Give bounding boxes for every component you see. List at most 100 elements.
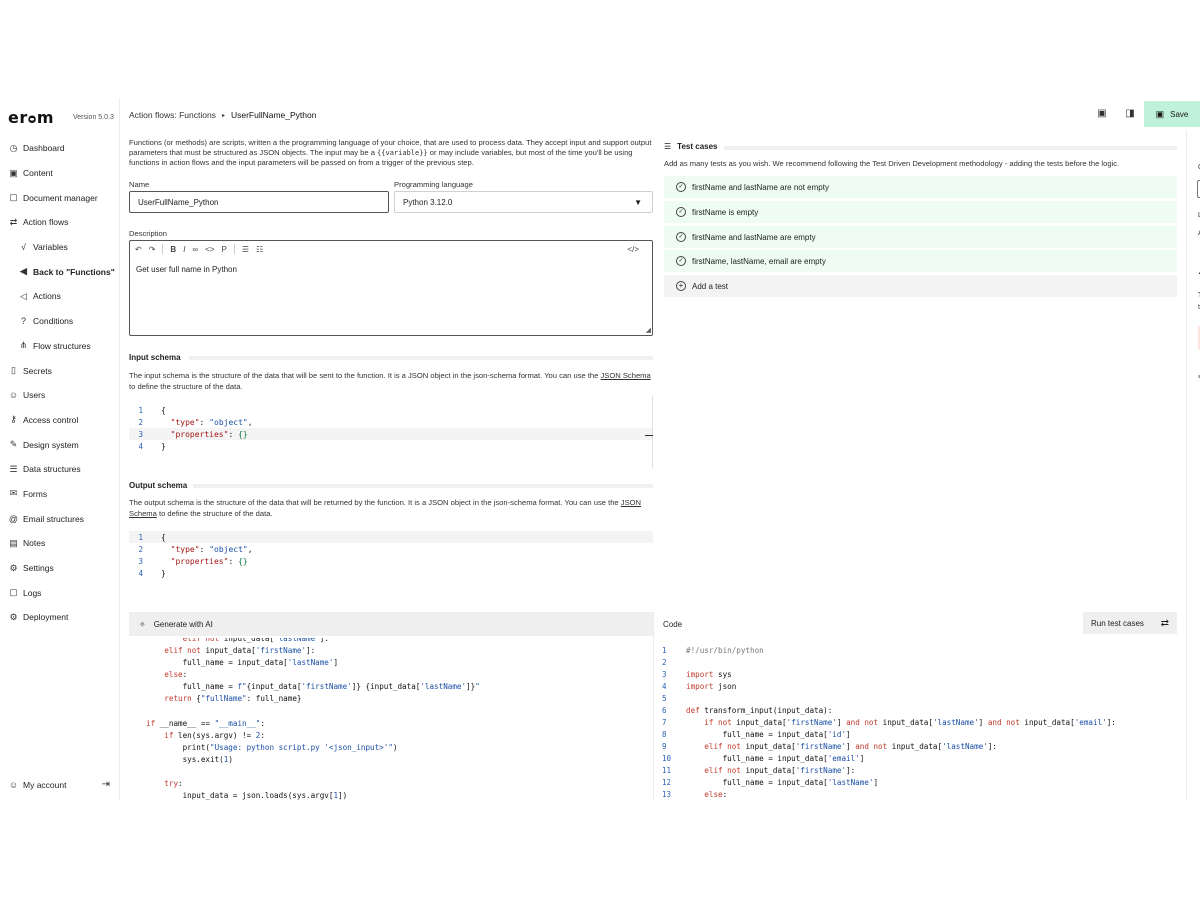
bold-icon[interactable]: B xyxy=(170,245,176,254)
redo-icon[interactable]: ↷ xyxy=(149,245,156,254)
variables-icon: √ xyxy=(21,242,26,253)
sidebar-toggle-icon[interactable]: ◨ xyxy=(1124,108,1136,120)
name-input[interactable]: UserFullName_Python xyxy=(129,191,389,213)
description-content[interactable]: Get user full name in Python xyxy=(130,257,652,282)
notes-icon: ▤ xyxy=(9,537,18,548)
logout-icon[interactable]: ⇥ xyxy=(102,779,110,790)
content-icon: ▣ xyxy=(9,167,18,178)
language-label: Programming language xyxy=(394,180,473,189)
description-editor[interactable]: ↶ ↷ B I ∞ <> P ☰ ☷ </> Get user full nam… xyxy=(129,240,653,336)
logo[interactable]: erᴑm xyxy=(8,108,54,127)
my-account-label: My account xyxy=(23,779,67,790)
bullet-list-icon[interactable]: ☰ xyxy=(242,245,249,254)
code-icon[interactable]: <> xyxy=(205,245,214,254)
sidebar-item-label: Access control xyxy=(23,414,79,425)
sidebar-item-data-structures[interactable]: ☰ Data structures xyxy=(0,457,120,482)
app: erᴑm Version 5.0.3 ◷ Dashboard ▣ Content ▢… xyxy=(0,98,1200,800)
generate-ai-header[interactable]: ✧ Generate with AI xyxy=(129,612,653,636)
deployment-icon: ⚙ xyxy=(9,611,18,622)
settings-icon: ⚙ xyxy=(9,562,18,573)
code-line: 1{ xyxy=(129,531,653,543)
sidebar-item-forms[interactable]: ✉ Forms xyxy=(0,482,120,507)
undo-icon[interactable]: ↶ xyxy=(135,245,142,254)
test-cases-header: ☰ Test cases xyxy=(664,142,718,151)
code-line: 8 full_name = input_data['id'] xyxy=(662,729,851,739)
code-line: 2 "type": "object", xyxy=(138,417,253,427)
desc-part: to define the structure of the data. xyxy=(156,509,273,518)
sidebar-item-label: Logs xyxy=(23,587,42,598)
link-icon[interactable]: ∞ xyxy=(192,245,198,254)
code-line: 1{ xyxy=(138,405,166,415)
test-case-label: firstName, lastName, email are empty xyxy=(692,256,826,266)
input-schema-editor[interactable]: 1{ 2 "type": "object", 3 "properties": {… xyxy=(129,396,653,468)
right-panel-edge: C L A ∠ T t ≡ xyxy=(1186,130,1200,800)
language-select[interactable]: Python 3.12.0 ▼ xyxy=(394,191,653,213)
sidebar-item-notes[interactable]: ▤ Notes xyxy=(0,531,120,556)
sidebar-item-document-manager[interactable]: ▢ Document manager xyxy=(0,185,120,210)
sidebar-item-design-system[interactable]: ✎ Design system xyxy=(0,432,120,457)
sidebar-item-access-control[interactable]: ⚷ Access control xyxy=(0,408,120,433)
code-line: 2 xyxy=(662,657,667,667)
resize-handle-icon[interactable]: ◢ xyxy=(646,326,651,334)
test-case-item[interactable]: ✓ firstName is empty xyxy=(664,201,1177,223)
ai-code-viewport[interactable]: elif not input_data['lastName']: elif no… xyxy=(137,638,645,800)
sidebar-item-label: Settings xyxy=(23,563,54,574)
test-case-label: firstName and lastName are not empty xyxy=(692,182,829,192)
test-case-label: firstName is empty xyxy=(692,207,759,217)
add-test-button[interactable]: + Add a test xyxy=(664,275,1177,297)
code-line: 3 "properties": {} xyxy=(138,556,248,566)
language-value: Python 3.12.0 xyxy=(403,197,453,207)
paragraph-icon[interactable]: P xyxy=(221,245,226,254)
sidebar-item-settings[interactable]: ⚙ Settings xyxy=(0,556,120,581)
sidebar-item-conditions[interactable]: ? Conditions xyxy=(0,309,120,334)
topbar: Action flows: Functions ▸ UserFullName_Pyt… xyxy=(121,98,1200,130)
sidebar-item-label: Deployment xyxy=(23,612,69,623)
sidebar-item-deployment[interactable]: ⚙ Deployment xyxy=(0,605,120,630)
sidebar-item-flow-structures[interactable]: ⋔ Flow structures xyxy=(0,334,120,359)
save-label: Save xyxy=(1170,109,1189,119)
sidebar-item-users[interactable]: ☺ Users xyxy=(0,383,120,408)
test-case-item[interactable]: ✓ firstName and lastName are not empty xyxy=(664,176,1177,198)
sidebar-item-variables[interactable]: √ Variables xyxy=(0,235,120,260)
logs-icon: ▢ xyxy=(9,587,18,598)
sidebar-item-secrets[interactable]: ▯ Secrets xyxy=(0,358,120,383)
brand[interactable]: erᴑm xyxy=(8,108,54,128)
sidebar-item-back-to-functions[interactable]: ◀ Back to "Functions" xyxy=(0,259,120,284)
save-button[interactable]: ▣ Save xyxy=(1144,101,1200,127)
cursor-marker xyxy=(645,435,653,436)
panel-icon[interactable]: ▣ xyxy=(1096,108,1108,120)
test-case-item[interactable]: ✓ firstName, lastName, email are empty xyxy=(664,250,1177,272)
code-line: 4 import json xyxy=(662,681,737,691)
design-system-icon: ✎ xyxy=(9,439,18,450)
access-control-icon: ⚷ xyxy=(10,414,17,425)
generate-ai-panel: ✧ Generate with AI elif not input_data['… xyxy=(129,612,653,800)
run-test-cases-button[interactable]: Run test cases ⇄ xyxy=(1083,612,1177,634)
user-icon: ☺ xyxy=(8,779,19,790)
breadcrumb-parent[interactable]: Action flows: Functions xyxy=(129,110,216,120)
code-line: 7 if not input_data['firstName'] and not… xyxy=(662,717,1116,727)
my-account-link[interactable]: ☺ My account ⇥ xyxy=(8,779,114,790)
sidebar-item-dashboard[interactable]: ◷ Dashboard xyxy=(0,136,120,161)
sidebar-item-logs[interactable]: ▢ Logs xyxy=(0,580,120,605)
numbered-list-icon[interactable]: ☷ xyxy=(256,245,263,254)
test-case-item[interactable]: ✓ firstName and lastName are empty xyxy=(664,226,1177,248)
sidebar-item-actions[interactable]: ◁ Actions xyxy=(0,284,120,309)
code-line: 4} xyxy=(138,568,166,578)
toolbar-divider xyxy=(233,244,235,254)
sidebar-item-email-structures[interactable]: @ Email structures xyxy=(0,506,120,531)
output-schema-description: The output schema is the structure of th… xyxy=(129,497,653,519)
document-icon: ▢ xyxy=(9,192,18,203)
chevron-down-icon: ▼ xyxy=(634,198,642,207)
sidebar-item-content[interactable]: ▣ Content xyxy=(0,161,120,186)
desc-part: to define the structure of the data. xyxy=(129,382,243,391)
output-schema-editor[interactable]: 1{ 2 "type": "object", 3 "properties": {… xyxy=(129,531,653,581)
json-schema-link[interactable]: JSON Schema xyxy=(601,371,651,380)
ai-generated-code: elif not input_data['lastName']: elif no… xyxy=(146,638,480,800)
scrollbar[interactable] xyxy=(652,396,653,468)
code-editor[interactable]: 1 #!/usr/bin/python 2 3 import sys 4 import… xyxy=(662,644,1116,800)
code-line: 5 xyxy=(662,693,667,703)
sidebar-item-action-flows[interactable]: ⇄ Action flows xyxy=(0,210,120,235)
source-code-icon[interactable]: </> xyxy=(627,245,639,254)
dashboard-icon: ◷ xyxy=(9,142,18,153)
italic-icon[interactable]: I xyxy=(183,245,185,254)
